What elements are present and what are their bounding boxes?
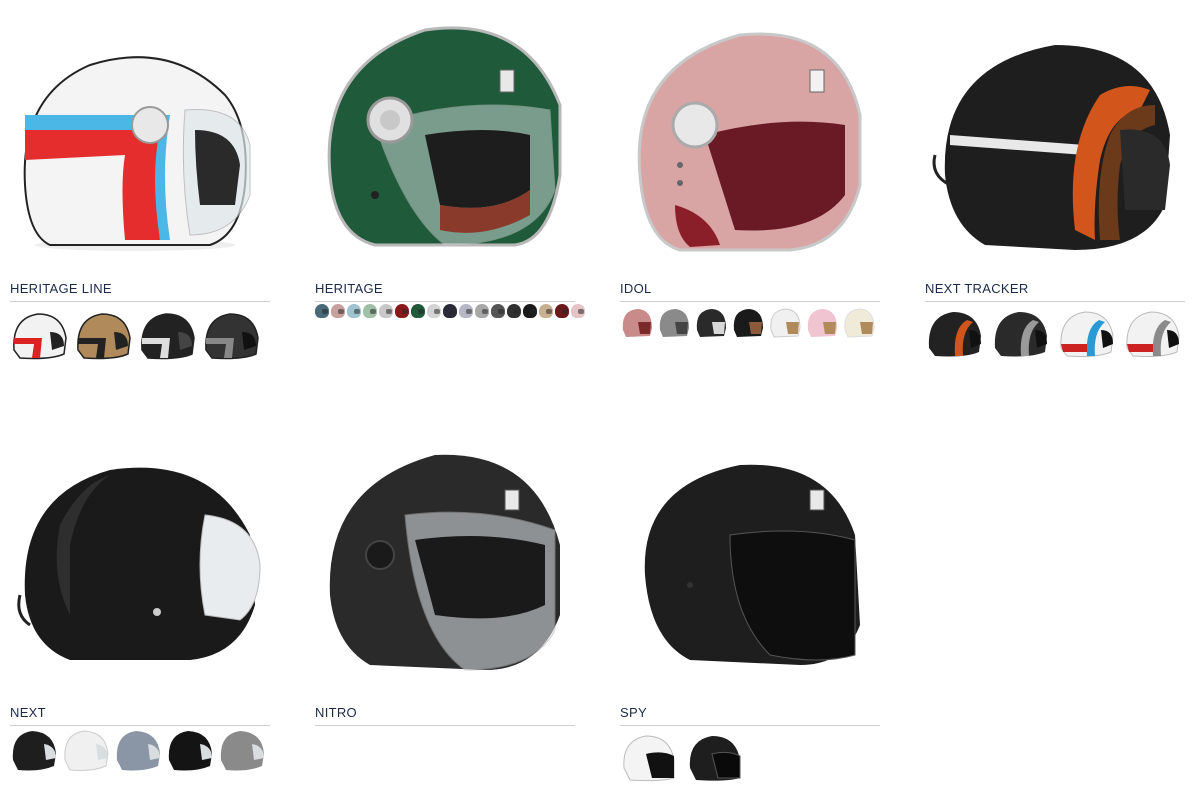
color-swatch[interactable] [731,306,764,340]
color-swatch[interactable] [315,304,329,318]
helmet-image-idol[interactable] [620,10,880,260]
product-title[interactable]: HERITAGE LINE [10,281,270,302]
product-title[interactable]: HERITAGE [315,281,575,302]
color-swatch[interactable] [507,304,521,318]
color-swatches [10,310,260,362]
color-swatch[interactable] [459,304,473,318]
color-swatches [620,306,875,340]
color-swatch[interactable] [768,306,801,340]
color-swatches [620,732,742,786]
color-swatch[interactable] [443,304,457,318]
helmet-image-nitro[interactable] [315,440,575,690]
color-swatches [315,304,585,318]
helmet-image-spy[interactable] [620,440,880,690]
color-swatch[interactable] [539,304,553,318]
color-swatch[interactable] [571,304,585,318]
product-title[interactable]: NEXT [10,705,270,726]
color-swatch[interactable] [62,728,110,774]
color-swatch[interactable] [114,728,162,774]
color-swatch[interactable] [10,728,58,774]
color-swatch[interactable] [331,304,345,318]
color-swatch[interactable] [10,310,68,362]
color-swatch[interactable] [620,306,653,340]
color-swatch[interactable] [395,304,409,318]
color-swatch[interactable] [991,308,1049,360]
product-title[interactable]: NEXT TRACKER [925,281,1185,302]
color-swatches [10,728,266,774]
color-swatch[interactable] [202,310,260,362]
color-swatch[interactable] [218,728,266,774]
color-swatch[interactable] [694,306,727,340]
color-swatch[interactable] [925,308,983,360]
color-swatch[interactable] [379,304,393,318]
color-swatches [925,308,1181,360]
color-swatch[interactable] [686,732,742,786]
color-swatch[interactable] [347,304,361,318]
helmet-image-heritage[interactable] [315,10,575,260]
product-grid: HERITAGE LINE HERITAGE IDOL NEXT TRACKER… [0,0,1198,792]
helmet-image-heritage-line[interactable] [10,20,270,270]
product-title[interactable]: SPY [620,705,880,726]
color-swatch[interactable] [620,732,676,786]
color-swatch[interactable] [657,306,690,340]
helmet-image-next[interactable] [10,440,270,690]
color-swatch[interactable] [1123,308,1181,360]
color-swatch[interactable] [427,304,441,318]
helmet-image-next-tracker[interactable] [925,20,1185,270]
color-swatch[interactable] [475,304,489,318]
color-swatch[interactable] [411,304,425,318]
product-title[interactable]: NITRO [315,705,575,726]
color-swatch[interactable] [523,304,537,318]
color-swatch[interactable] [842,306,875,340]
color-swatch[interactable] [1057,308,1115,360]
color-swatch[interactable] [363,304,377,318]
color-swatch[interactable] [166,728,214,774]
color-swatch[interactable] [74,310,132,362]
color-swatch[interactable] [491,304,505,318]
product-title[interactable]: IDOL [620,281,880,302]
color-swatch[interactable] [555,304,569,318]
color-swatch[interactable] [805,306,838,340]
color-swatch[interactable] [138,310,196,362]
